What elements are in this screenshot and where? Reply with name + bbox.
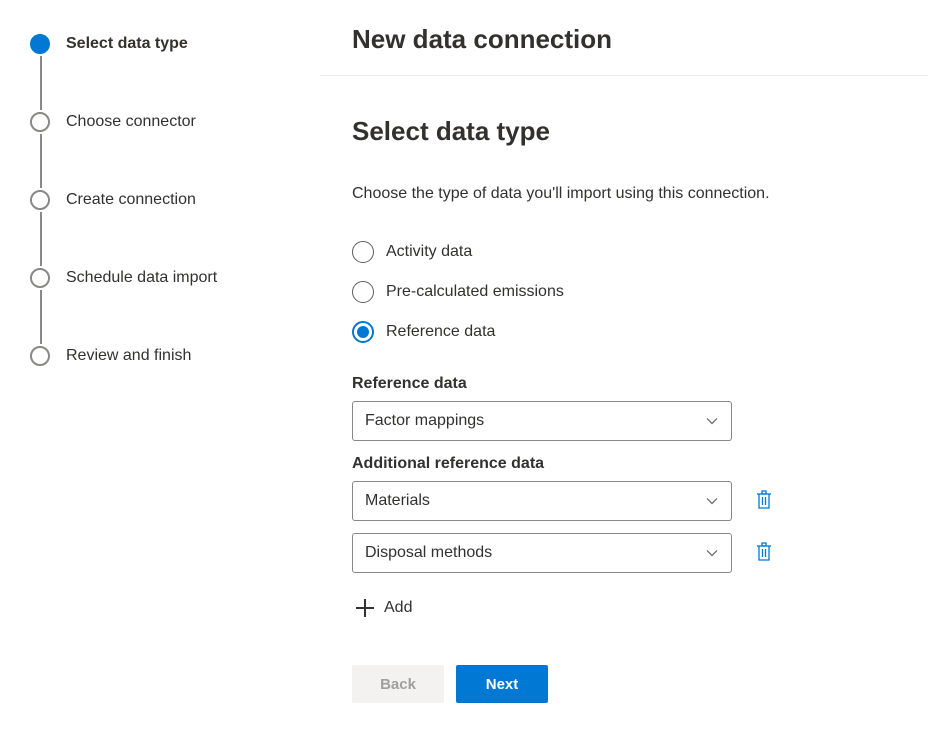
reference-data-select[interactable]: Factor mappings	[352, 401, 732, 441]
step-connector	[40, 212, 42, 266]
step-bullet-icon	[30, 268, 50, 288]
select-value: Materials	[365, 492, 430, 510]
step-select-data-type[interactable]: Select data type	[30, 32, 304, 56]
additional-reference-select[interactable]: Disposal methods	[352, 533, 732, 573]
step-label: Create connection	[66, 191, 196, 209]
radio-label: Reference data	[386, 323, 495, 341]
reference-data-field: Reference data Factor mappings	[352, 375, 868, 441]
page-header: New data connection	[320, 0, 928, 76]
trash-icon	[754, 489, 774, 514]
step-create-connection[interactable]: Create connection	[30, 188, 304, 212]
radio-activity-data[interactable]: Activity data	[352, 241, 868, 263]
wizard-stepper: Select data type Choose connector Create…	[0, 0, 320, 733]
add-button[interactable]: Add	[352, 591, 416, 625]
plus-icon	[356, 599, 374, 617]
radio-circle-icon	[352, 321, 374, 343]
chevron-down-icon	[705, 494, 719, 508]
radio-circle-icon	[352, 281, 374, 303]
step-label: Select data type	[66, 35, 188, 53]
section-description: Choose the type of data you'll import us…	[352, 183, 772, 205]
page-title: New data connection	[352, 24, 896, 55]
trash-icon	[754, 541, 774, 566]
step-review-and-finish[interactable]: Review and finish	[30, 344, 304, 368]
additional-row: Disposal methods	[352, 533, 868, 573]
additional-row: Materials	[352, 481, 868, 521]
additional-reference-data-label: Additional reference data	[352, 455, 868, 473]
select-value: Disposal methods	[365, 544, 492, 562]
select-value: Factor mappings	[365, 412, 484, 430]
section-title: Select data type	[352, 116, 868, 147]
step-label: Review and finish	[66, 347, 191, 365]
delete-row-button[interactable]	[750, 485, 778, 518]
step-choose-connector[interactable]: Choose connector	[30, 110, 304, 134]
step-bullet-icon	[30, 34, 50, 54]
additional-reference-data-field: Additional reference data Materials	[352, 455, 868, 625]
step-schedule-data-import[interactable]: Schedule data import	[30, 266, 304, 290]
step-connector	[40, 56, 42, 110]
radio-pre-calculated-emissions[interactable]: Pre-calculated emissions	[352, 281, 868, 303]
radio-label: Pre-calculated emissions	[386, 283, 564, 301]
step-label: Choose connector	[66, 113, 196, 131]
step-connector	[40, 134, 42, 188]
back-button[interactable]: Back	[352, 665, 444, 703]
chevron-down-icon	[705, 546, 719, 560]
reference-data-label: Reference data	[352, 375, 868, 393]
step-list: Select data type Choose connector Create…	[30, 32, 304, 368]
main: New data connection Select data type Cho…	[320, 0, 928, 733]
step-bullet-icon	[30, 112, 50, 132]
step-label: Schedule data import	[66, 269, 217, 287]
content: Select data type Choose the type of data…	[320, 76, 928, 649]
step-bullet-icon	[30, 190, 50, 210]
chevron-down-icon	[705, 414, 719, 428]
additional-reference-select[interactable]: Materials	[352, 481, 732, 521]
data-type-radio-group: Activity data Pre-calculated emissions R…	[352, 241, 868, 343]
step-bullet-icon	[30, 346, 50, 366]
next-button[interactable]: Next	[456, 665, 548, 703]
radio-label: Activity data	[386, 243, 472, 261]
radio-circle-icon	[352, 241, 374, 263]
step-connector	[40, 290, 42, 344]
add-label: Add	[384, 599, 412, 617]
radio-reference-data[interactable]: Reference data	[352, 321, 868, 343]
wizard-footer: Back Next	[320, 649, 928, 733]
delete-row-button[interactable]	[750, 537, 778, 570]
